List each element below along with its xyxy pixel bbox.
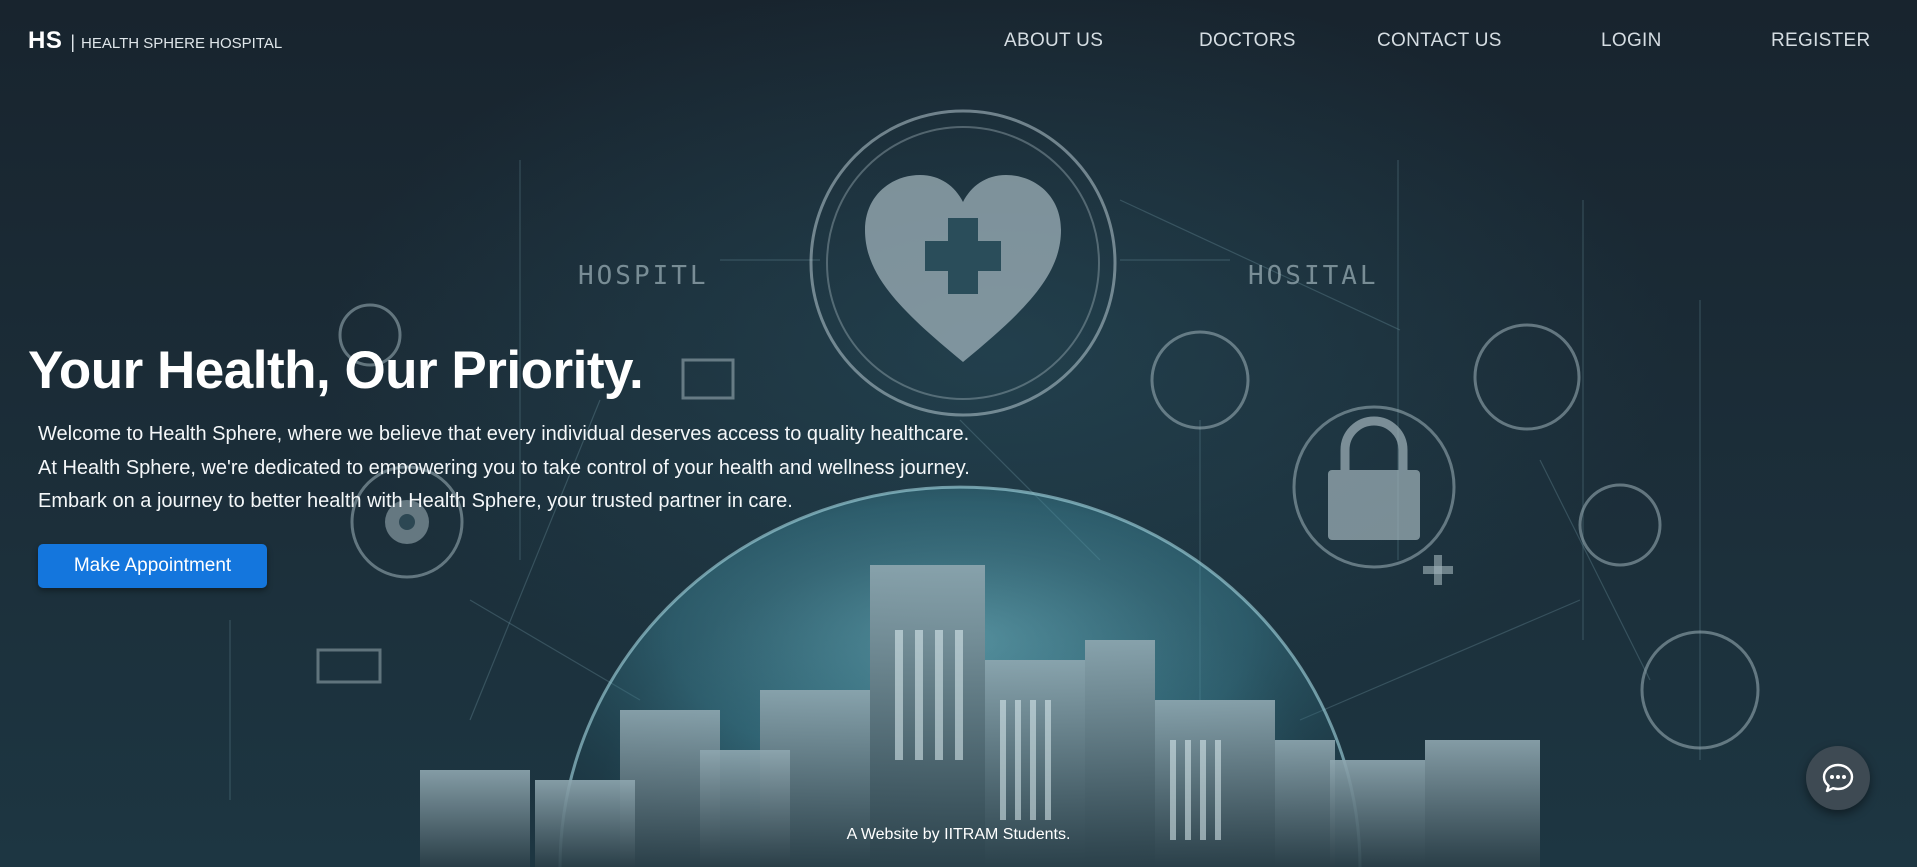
hero-description-line: At Health Sphere, we're dedicated to emp…	[38, 456, 970, 479]
hero-description-line: Embark on a journey to better health wit…	[38, 490, 793, 512]
nav-link-contact-us[interactable]: CONTACT US	[1377, 30, 1502, 52]
svg-text:HOSPITL: HOSPITL	[578, 261, 709, 291]
page: HOSPITL HOSITAL HS | HEALTH SPHERE HOSPI…	[0, 0, 1917, 867]
brand-separator: |	[70, 32, 76, 52]
make-appointment-button[interactable]: Make Appointment	[38, 544, 267, 588]
svg-text:HOSITAL: HOSITAL	[1248, 261, 1379, 291]
hero-title: Your Health, Our Priority.	[28, 341, 644, 400]
hero-description: Welcome to Health Sphere, where we belie…	[38, 418, 970, 519]
nav-link-about-us[interactable]: ABOUT US	[1004, 30, 1103, 52]
chat-bubble-icon	[1822, 763, 1854, 793]
top-navbar: HS | HEALTH SPHERE HOSPITAL ABOUT US DOC…	[0, 0, 1917, 84]
nav-link-register[interactable]: REGISTER	[1771, 30, 1871, 52]
chat-button[interactable]	[1806, 746, 1870, 810]
nav-link-login[interactable]: LOGIN	[1601, 30, 1662, 52]
nav-link-doctors[interactable]: DOCTORS	[1199, 30, 1296, 52]
footer-credit: A Website by IITRAM Students.	[846, 826, 1071, 843]
hero-description-line: Welcome to Health Sphere, where we belie…	[38, 423, 970, 445]
brand-name: HEALTH SPHERE HOSPITAL	[81, 35, 283, 52]
brand-logo[interactable]: HS | HEALTH SPHERE HOSPITAL	[28, 27, 282, 55]
brand-abbreviation: HS	[28, 27, 63, 54]
